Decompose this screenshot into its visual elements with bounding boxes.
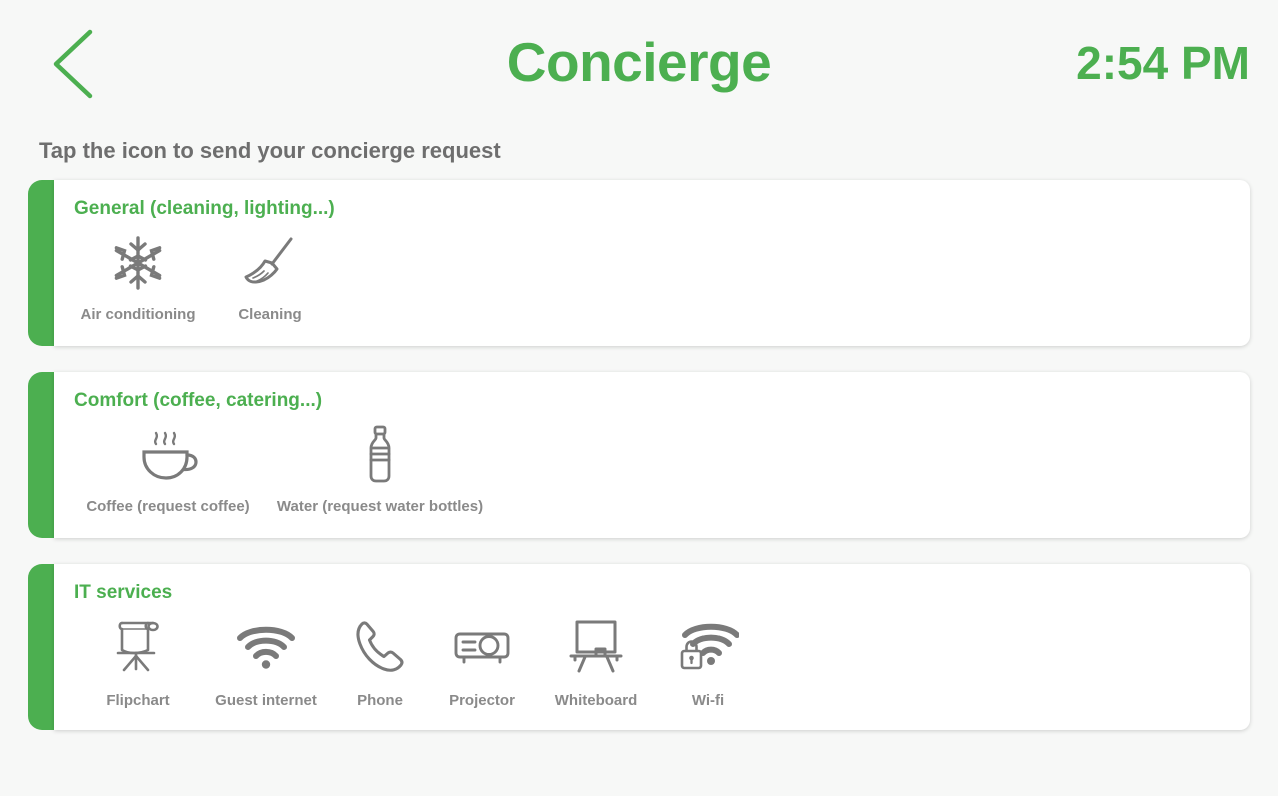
service-item-phone[interactable]: Phone	[330, 610, 430, 709]
category-card-comfort: Comfort (coffee, catering...) Coffee (re…	[28, 372, 1250, 538]
flipchart-icon	[110, 616, 166, 676]
service-item-cleaning[interactable]: Cleaning	[202, 226, 338, 323]
card-body: IT services Flipchart Guest internet Pho…	[54, 564, 1250, 730]
service-item-wifi[interactable]: Wi-fi	[658, 610, 758, 709]
service-item-projector[interactable]: Projector	[430, 610, 534, 709]
service-item-label: Coffee (request coffee)	[86, 498, 250, 515]
service-item-air-conditioning[interactable]: Air conditioning	[74, 226, 202, 323]
service-item-water[interactable]: Water (request water bottles)	[262, 418, 498, 515]
service-item-label: Cleaning	[238, 306, 302, 323]
water-bottle-icon	[363, 424, 397, 486]
service-item-label: Projector	[449, 692, 515, 709]
projector-icon	[451, 616, 513, 676]
broom-icon	[239, 232, 301, 294]
clock: 2:54 PM	[1076, 37, 1250, 89]
app-header: Concierge 2:54 PM	[0, 0, 1278, 128]
card-body: Comfort (coffee, catering...) Coffee (re…	[54, 372, 1250, 538]
phone-icon	[353, 616, 407, 676]
category-card-general: General (cleaning, lighting...) Air cond…	[28, 180, 1250, 346]
snowflake-icon	[108, 232, 168, 294]
instruction-text: Tap the icon to send your concierge requ…	[39, 138, 501, 163]
category-title: Comfort (coffee, catering...)	[74, 390, 323, 411]
service-item-guest-internet[interactable]: Guest internet	[202, 610, 330, 709]
service-item-label: Flipchart	[106, 692, 170, 709]
wifi-lock-icon	[677, 616, 739, 676]
category-title: General (cleaning, lighting...)	[74, 198, 335, 219]
service-item-label: Water (request water bottles)	[276, 498, 484, 515]
category-title: IT services	[74, 582, 173, 603]
service-item-label: Phone	[357, 692, 403, 709]
service-item-label: Wi-fi	[691, 692, 725, 709]
card-accent-bar	[28, 564, 54, 730]
service-item-label: Guest internet	[215, 692, 317, 709]
card-accent-bar	[28, 372, 54, 538]
category-card-it-services: IT services Flipchart Guest internet Pho…	[28, 564, 1250, 730]
service-item-coffee[interactable]: Coffee (request coffee)	[74, 418, 262, 515]
card-accent-bar	[28, 180, 54, 346]
service-items: Flipchart Guest internet Phone Projector…	[74, 610, 1250, 709]
service-items: Air conditioning Cleaning	[74, 226, 1250, 323]
service-item-label: Air conditioning	[80, 306, 196, 323]
service-category-list: General (cleaning, lighting...) Air cond…	[0, 180, 1278, 756]
wifi-icon	[235, 616, 297, 676]
card-body: General (cleaning, lighting...) Air cond…	[54, 180, 1250, 346]
whiteboard-icon	[566, 616, 626, 676]
service-item-flipchart[interactable]: Flipchart	[74, 610, 202, 709]
service-item-label: Whiteboard	[554, 692, 638, 709]
service-item-whiteboard[interactable]: Whiteboard	[534, 610, 658, 709]
coffee-cup-icon	[134, 424, 202, 486]
service-items: Coffee (request coffee) Water (request w…	[74, 418, 1250, 515]
